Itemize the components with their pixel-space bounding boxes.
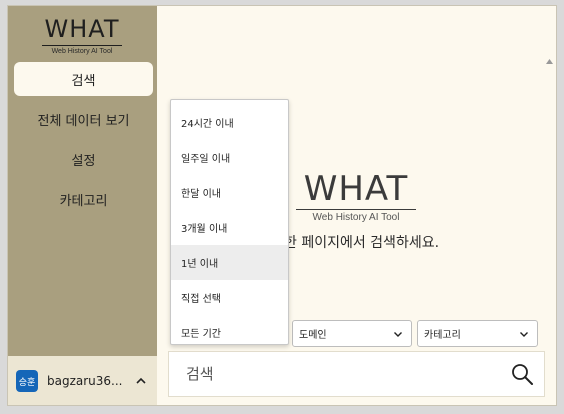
period-option[interactable]: 모든 기간 — [171, 315, 288, 350]
user-menu[interactable]: 승훈 bagzaru36... — [8, 356, 157, 405]
domain-select[interactable]: 도메인 — [292, 320, 412, 347]
chevron-down-icon — [394, 332, 402, 337]
period-option-highlighted[interactable]: 1년 이내 — [171, 245, 288, 280]
main-logo: WHAT Web History AI Tool — [296, 170, 416, 223]
sidebar-logo: WHAT Web History AI Tool — [42, 15, 122, 55]
period-option[interactable]: 직접 선택 — [171, 280, 288, 315]
sidebar-logo-word: WHAT — [42, 15, 122, 46]
app-window: WHAT Web History AI Tool 검색 전체 데이터 보기 설정… — [7, 5, 557, 406]
sidebar-item-label: 전체 데이터 보기 — [37, 113, 130, 129]
period-option-label: 한달 이내 — [181, 189, 221, 200]
sidebar-item-search[interactable]: 검색 — [14, 62, 153, 96]
period-option-label: 1년 이내 — [181, 259, 219, 270]
period-option[interactable]: 3개월 이내 — [171, 210, 288, 245]
search-input[interactable] — [186, 365, 486, 383]
domain-select-label: 도메인 — [299, 330, 327, 341]
period-option-label: 일주일 이내 — [181, 154, 231, 165]
sidebar-item-label: 검색 — [71, 73, 96, 89]
period-option[interactable]: 일주일 이내 — [171, 140, 288, 175]
user-name: bagzaru36... — [47, 374, 123, 388]
sidebar: WHAT Web History AI Tool 검색 전체 데이터 보기 설정… — [8, 6, 157, 405]
period-option[interactable]: 24시간 이내 — [171, 105, 288, 140]
category-select-label: 카테고리 — [424, 330, 461, 341]
sidebar-item-category[interactable]: 카테고리 — [14, 182, 153, 216]
search-bar — [168, 351, 545, 397]
sidebar-item-label: 설정 — [71, 153, 96, 169]
period-option[interactable]: 한달 이내 — [171, 175, 288, 210]
scroll-up-icon[interactable] — [545, 58, 554, 65]
chevron-up-icon[interactable] — [135, 375, 147, 387]
search-icon[interactable] — [510, 362, 534, 386]
period-option-label: 직접 선택 — [181, 294, 221, 305]
period-dropdown: 24시간 이내 일주일 이내 한달 이내 3개월 이내 1년 이내 직접 선택 … — [170, 99, 289, 345]
sidebar-logo-subtitle: Web History AI Tool — [51, 48, 113, 55]
category-select[interactable]: 카테고리 — [417, 320, 538, 347]
avatar: 승훈 — [16, 370, 38, 392]
period-option-label: 모든 기간 — [181, 329, 221, 340]
sidebar-item-label: 카테고리 — [59, 193, 108, 209]
sidebar-item-all-data[interactable]: 전체 데이터 보기 — [14, 102, 153, 136]
main-logo-word: WHAT — [296, 170, 416, 210]
sidebar-item-settings[interactable]: 설정 — [14, 142, 153, 176]
main-logo-subtitle: Web History AI Tool — [312, 212, 400, 223]
period-option-label: 24시간 이내 — [181, 119, 234, 130]
tagline: 한 페이지에서 검색하세요. — [284, 235, 440, 251]
chevron-down-icon — [520, 332, 528, 337]
period-option-label: 3개월 이내 — [181, 224, 228, 235]
